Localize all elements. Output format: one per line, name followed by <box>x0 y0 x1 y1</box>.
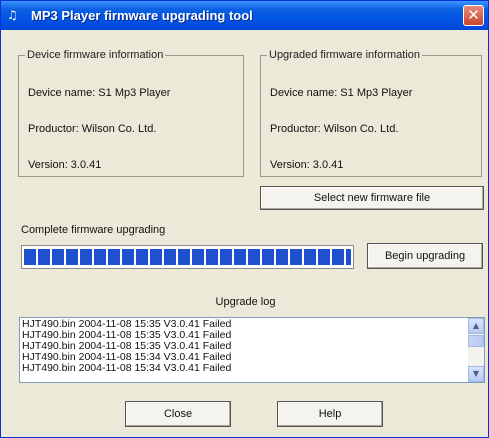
app-icon: ♫ <box>7 8 18 22</box>
close-icon: ✕ <box>467 6 480 24</box>
device-productor-text: Productor: Wilson Co. Ltd. <box>28 123 157 135</box>
close-button[interactable]: Close <box>125 401 231 427</box>
progress-fill <box>24 249 351 265</box>
scroll-up-icon[interactable]: ▲ <box>468 318 484 334</box>
scroll-down-icon[interactable]: ▼ <box>468 366 484 382</box>
select-firmware-file-button[interactable]: Select new firmware file <box>260 186 484 210</box>
firmware-tool-window: ♫ MP3 Player firmware upgrading tool ✕ D… <box>0 0 489 438</box>
upgrade-progress-bar <box>21 245 354 269</box>
upgraded-version-text: Version: 3.0.41 <box>270 159 344 171</box>
device-firmware-legend: Device firmware information <box>27 49 164 61</box>
upgrade-log-listbox[interactable]: HJT490.bin 2004-11-08 15:35 V3.0.41 Fail… <box>19 317 485 383</box>
help-button[interactable]: Help <box>277 401 383 427</box>
upgraded-device-name-text: Device name: S1 Mp3 Player <box>270 87 413 99</box>
begin-upgrading-button[interactable]: Begin upgrading <box>367 243 483 269</box>
log-line[interactable]: HJT490.bin 2004-11-08 15:34 V3.0.41 Fail… <box>22 363 466 374</box>
window-title: MP3 Player firmware upgrading tool <box>31 8 253 23</box>
title-bar[interactable]: ♫ MP3 Player firmware upgrading tool ✕ <box>1 1 488 30</box>
close-window-button[interactable]: ✕ <box>463 5 484 26</box>
progress-label: Complete firmware upgrading <box>21 224 166 236</box>
device-name-text: Device name: S1 Mp3 Player <box>28 87 171 99</box>
upgraded-firmware-legend: Upgraded firmware information <box>269 49 421 61</box>
upgraded-firmware-group: Upgraded firmware information Device nam… <box>260 49 482 177</box>
upgraded-productor-text: Productor: Wilson Co. Ltd. <box>270 123 399 135</box>
device-version-text: Version: 3.0.41 <box>28 159 102 171</box>
upgrade-log-title: Upgrade log <box>215 296 276 308</box>
log-lines: HJT490.bin 2004-11-08 15:35 V3.0.41 Fail… <box>22 319 466 374</box>
log-scrollbar[interactable]: ▲ ▼ <box>468 318 484 382</box>
scroll-thumb[interactable] <box>468 335 484 347</box>
device-firmware-group: Device firmware information Device name:… <box>18 49 244 177</box>
